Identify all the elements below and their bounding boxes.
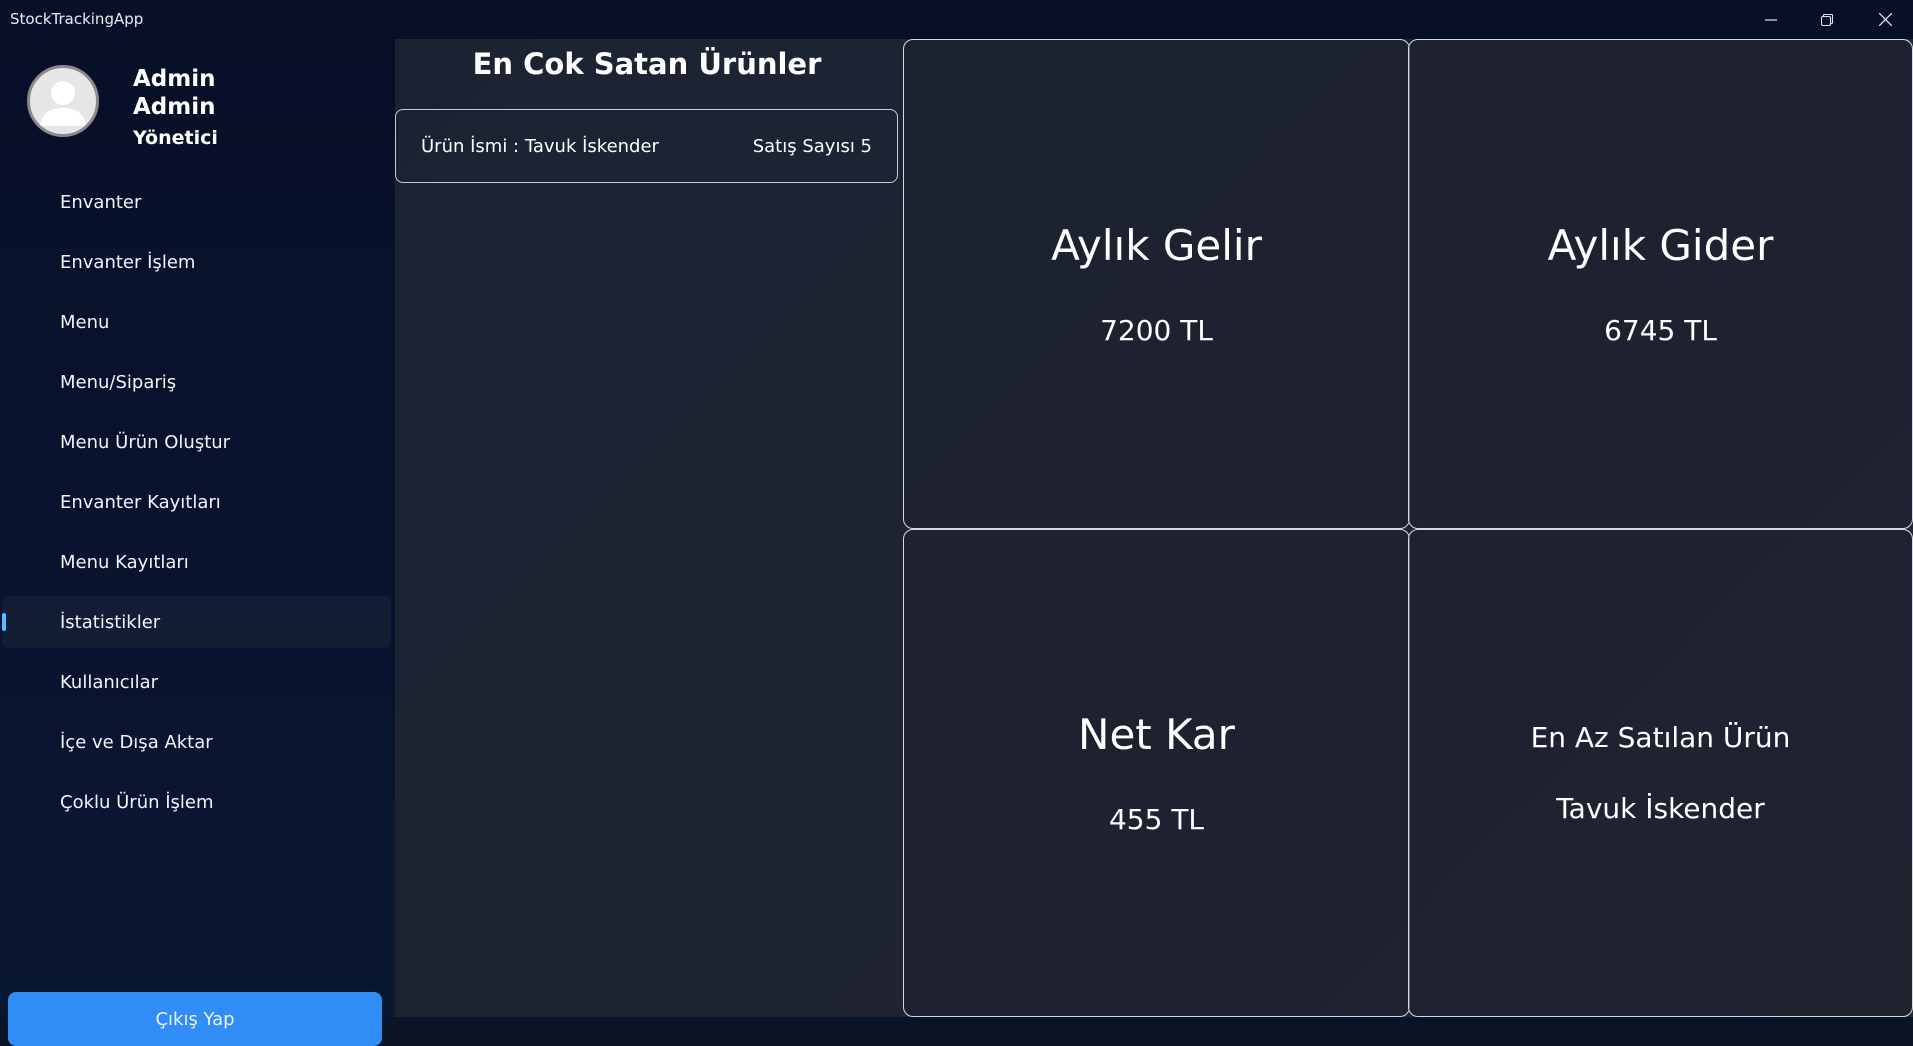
net-profit-value: 455 TL xyxy=(1108,803,1205,836)
sidebar-item-label: Menu Kayıtları xyxy=(60,551,189,573)
user-last-name: Admin xyxy=(133,94,216,120)
monthly-expense-title: Aylık Gider xyxy=(1547,221,1774,270)
logout-button[interactable]: Çıkış Yap xyxy=(8,992,382,1046)
sidebar-item-menu-siparis[interactable]: Menu/Sipariş xyxy=(2,356,391,408)
net-profit-title: Net Kar xyxy=(1078,710,1235,759)
minimize-button[interactable] xyxy=(1743,0,1799,39)
sidebar-item-label: Menu/Sipariş xyxy=(60,371,177,393)
app-title: StockTrackingApp xyxy=(10,10,144,28)
sidebar-item-label: Menu Ürün Oluştur xyxy=(60,431,231,453)
user-role: Yönetici xyxy=(133,127,218,149)
user-avatar-icon xyxy=(40,81,86,126)
sales-count: Satış Sayısı 5 xyxy=(752,135,872,157)
sidebar-item-label: Çoklu Ürün İşlem xyxy=(60,791,214,813)
sidebar-item-coklu-urun-islem[interactable]: Çoklu Ürün İşlem xyxy=(2,776,391,828)
sidebar-item-envanter[interactable]: Envanter xyxy=(2,176,391,228)
title-bar: StockTrackingApp xyxy=(0,0,1913,39)
close-button[interactable] xyxy=(1857,0,1913,39)
sidebar-item-menu-urun-olustur[interactable]: Menu Ürün Oluştur xyxy=(2,416,391,468)
list-item[interactable]: Ürün İsmi : Tavuk İskender Satış Sayısı … xyxy=(395,109,898,183)
sidebar-item-istatistikler[interactable]: İstatistikler xyxy=(2,596,391,648)
sidebar-item-label: Menu xyxy=(60,311,110,333)
sidebar-item-label: Kullanıcılar xyxy=(60,671,159,693)
close-icon xyxy=(1878,13,1892,26)
sidebar: Admin Admin Yönetici Envanter Envanter İ… xyxy=(0,39,395,1046)
sidebar-item-envanter-islem[interactable]: Envanter İşlem xyxy=(2,236,391,288)
sidebar-item-menu[interactable]: Menu xyxy=(2,296,391,348)
user-first-name: Admin xyxy=(133,66,216,92)
main-content: En Cok Satan Ürünler Ürün İsmi : Tavuk İ… xyxy=(395,39,1913,1017)
sidebar-nav: Envanter Envanter İşlem Menu Menu/Sipari… xyxy=(0,176,395,836)
active-indicator xyxy=(2,613,6,631)
sidebar-item-ice-disa-aktar[interactable]: İçe ve Dışa Aktar xyxy=(2,716,391,768)
sidebar-item-label: Envanter Kayıtları xyxy=(60,491,221,513)
best-sellers-title: En Cok Satan Ürünler xyxy=(472,47,822,81)
sidebar-item-label: İstatistikler xyxy=(60,611,161,633)
minimize-icon xyxy=(1765,18,1777,21)
sidebar-item-kullanicilar[interactable]: Kullanıcılar xyxy=(2,656,391,708)
restore-icon xyxy=(1821,13,1833,26)
sidebar-item-menu-kayitlari[interactable]: Menu Kayıtları xyxy=(2,536,391,588)
sidebar-item-label: İçe ve Dışa Aktar xyxy=(60,731,213,753)
least-sold-card: En Az Satılan Ürün Tavuk İskender xyxy=(1408,529,1913,1017)
monthly-income-value: 7200 TL xyxy=(1100,314,1213,347)
sidebar-item-label: Envanter xyxy=(60,191,142,213)
sidebar-item-envanter-kayitlari[interactable]: Envanter Kayıtları xyxy=(2,476,391,528)
sidebar-item-label: Envanter İşlem xyxy=(60,251,196,273)
avatar xyxy=(27,65,99,137)
restore-button[interactable] xyxy=(1799,0,1855,39)
monthly-expense-value: 6745 TL xyxy=(1604,314,1717,347)
least-sold-title: En Az Satılan Ürün xyxy=(1530,721,1791,754)
monthly-expense-card: Aylık Gider 6745 TL xyxy=(1408,39,1913,529)
least-sold-value: Tavuk İskender xyxy=(1556,792,1765,825)
product-name: Ürün İsmi : Tavuk İskender xyxy=(421,135,659,157)
net-profit-card: Net Kar 455 TL xyxy=(903,529,1410,1017)
monthly-income-card: Aylık Gelir 7200 TL xyxy=(903,39,1410,529)
monthly-income-title: Aylık Gelir xyxy=(1051,221,1262,270)
